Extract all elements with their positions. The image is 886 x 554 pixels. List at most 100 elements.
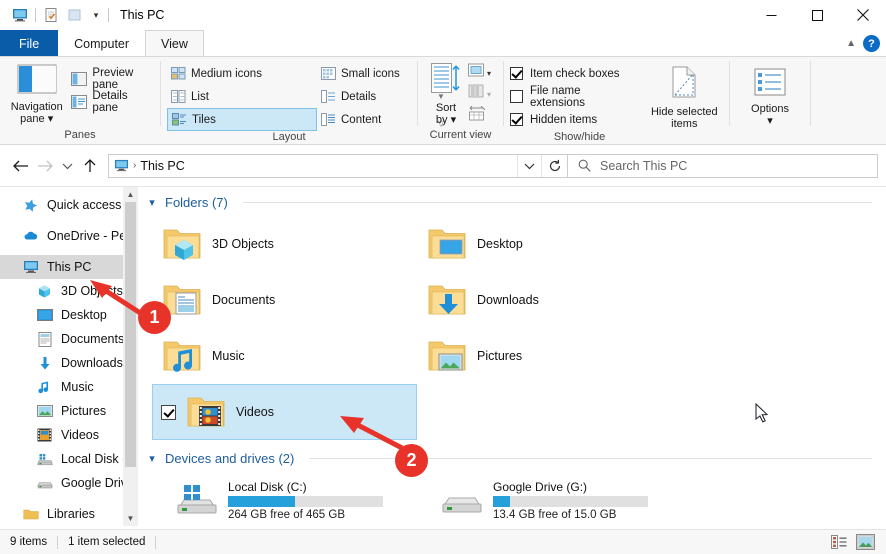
size-all-columns-caret-icon[interactable]: ▾: [487, 90, 491, 99]
tile-documents[interactable]: Documents: [152, 272, 417, 328]
search-box[interactable]: Search This PC: [568, 153, 878, 178]
sidebar-item-libraries[interactable]: Libraries: [0, 502, 138, 526]
tile-videos[interactable]: Videos: [152, 384, 417, 440]
properties-icon[interactable]: [39, 4, 63, 26]
navigation-pane-button[interactable]: Navigation pane ▾: [6, 61, 67, 126]
qat-dropdown-icon[interactable]: ▾: [87, 4, 105, 26]
folders-tile-grid: 3D Objects Desktop Documents Downloads M…: [138, 216, 886, 440]
sidebar-item-onedrive[interactable]: OneDrive - Person: [0, 224, 138, 248]
sidebar-item-local-disk[interactable]: Local Disk (C:): [0, 447, 138, 471]
file-name-extensions-checkbox[interactable]: [510, 90, 523, 103]
folder-downloads-icon: [427, 282, 467, 318]
add-columns-caret-icon[interactable]: ▾: [487, 69, 491, 78]
sidebar-item-desktop[interactable]: Desktop: [0, 303, 138, 327]
ribbon-tab-bar-right: ▲ ?: [846, 35, 880, 52]
large-icons-view-button[interactable]: [852, 532, 878, 553]
sidebar-item-videos[interactable]: Videos: [0, 423, 138, 447]
address-bar-row: › This PC Search This PC: [0, 145, 886, 186]
options-button[interactable]: Options ▾: [737, 65, 803, 128]
address-dropdown-button[interactable]: [517, 154, 541, 177]
checkbox-hidden-items[interactable]: Hidden items: [510, 108, 638, 131]
tile-3d-objects[interactable]: 3D Objects: [152, 216, 417, 272]
add-columns-button[interactable]: ▾: [468, 63, 491, 83]
folders-group-chevron-icon[interactable]: ▾: [146, 196, 158, 209]
search-icon: [578, 159, 591, 172]
nav-scroll-up-icon[interactable]: ▲: [123, 187, 138, 202]
search-input[interactable]: Search This PC: [600, 159, 687, 173]
file-list-area[interactable]: ▾ Folders (7) 3D Objects Desktop Documen…: [138, 187, 886, 526]
nav-scroll-down-icon[interactable]: ▼: [123, 511, 138, 526]
drive-google-drive[interactable]: Google Drive (G:) 13.4 GB free of 15.0 G…: [417, 472, 682, 526]
folder-desktop-icon: [427, 226, 467, 262]
drive-local-disk[interactable]: Local Disk (C:) 264 GB free of 465 GB: [152, 472, 417, 526]
nav-gap-1: [0, 217, 138, 224]
checkbox-item-check-boxes[interactable]: Item check boxes: [510, 62, 638, 85]
layout-list[interactable]: List: [167, 85, 317, 108]
navigation-pane-caret-icon[interactable]: ▾: [48, 113, 54, 125]
tile-pictures[interactable]: Pictures: [417, 328, 682, 384]
collapse-ribbon-icon[interactable]: ▲: [846, 38, 856, 49]
tab-file[interactable]: File: [0, 30, 59, 56]
sidebar-item-this-pc[interactable]: This PC: [0, 255, 138, 279]
drive-local-disk-name: Local Disk (C:): [228, 479, 307, 494]
drive-google-drive-free: 13.4 GB free of 15.0 GB: [493, 508, 617, 521]
refresh-button[interactable]: [541, 154, 567, 177]
recent-locations-button[interactable]: [58, 154, 77, 178]
options-label: Options: [751, 102, 789, 115]
new-folder-icon[interactable]: [63, 4, 87, 26]
tile-desktop[interactable]: Desktop: [417, 216, 682, 272]
tab-view[interactable]: View: [145, 30, 204, 56]
group-header-devices[interactable]: ▾ Devices and drives (2): [138, 440, 886, 472]
sidebar-item-pictures[interactable]: Pictures: [0, 399, 138, 423]
layout-medium-icons[interactable]: Medium icons: [167, 62, 317, 85]
status-selection: 1 item selected: [68, 536, 146, 548]
hide-selected-items-button[interactable]: Hide selected items: [646, 62, 723, 131]
address-bar[interactable]: › This PC: [108, 153, 568, 178]
layout-details-label: Details: [341, 90, 377, 103]
devices-group-title: Devices and drives (2): [165, 451, 295, 466]
options-caret-icon[interactable]: ▾: [767, 115, 773, 128]
folders-group-title: Folders (7): [165, 195, 228, 210]
sort-by-caret-icon[interactable]: ▾: [451, 114, 457, 126]
back-button[interactable]: [8, 154, 33, 178]
layout-tiles[interactable]: Tiles: [167, 108, 317, 131]
sidebar-item-downloads[interactable]: Downloads: [0, 351, 138, 375]
preview-pane-button[interactable]: Preview pane: [67, 67, 154, 91]
hidden-items-checkbox[interactable]: [510, 113, 523, 126]
sort-by-button[interactable]: Sort by ▾: [424, 60, 468, 127]
tile-checkbox-videos[interactable]: [161, 404, 176, 420]
size-column-to-fit-button[interactable]: [468, 105, 491, 127]
size-all-columns-button[interactable]: ▾: [468, 84, 491, 104]
sidebar-label-this-pc: This PC: [47, 260, 92, 274]
minimize-button[interactable]: [748, 0, 794, 30]
group-header-folders[interactable]: ▾ Folders (7): [138, 187, 886, 216]
help-button[interactable]: ?: [863, 35, 880, 52]
sidebar-item-quick-access[interactable]: Quick access: [0, 193, 138, 217]
sidebar-item-3d-objects[interactable]: 3D Objects: [0, 279, 138, 303]
details-icon: [321, 90, 336, 103]
drive-icon: [439, 483, 483, 517]
sidebar-label-desktop: Desktop: [61, 308, 107, 322]
details-pane-button[interactable]: Details pane: [67, 90, 154, 114]
folder-pictures-icon: [427, 338, 467, 374]
maximize-button[interactable]: [794, 0, 840, 30]
this-pc-icon[interactable]: [8, 4, 32, 26]
sidebar-item-documents[interactable]: Documents: [0, 327, 138, 351]
devices-group-chevron-icon[interactable]: ▾: [146, 452, 158, 465]
forward-button[interactable]: [33, 154, 58, 178]
tile-music[interactable]: Music: [152, 328, 417, 384]
file-name-extensions-label: File name extensions: [530, 84, 585, 109]
navigation-pane-scrollbar[interactable]: ▲ ▼: [123, 187, 138, 526]
breadcrumb[interactable]: › This PC: [109, 159, 517, 173]
checkbox-file-name-extensions[interactable]: File name extensions: [510, 84, 638, 109]
tile-downloads[interactable]: Downloads: [417, 272, 682, 328]
item-check-boxes-checkbox[interactable]: [510, 67, 523, 80]
sidebar-item-music[interactable]: Music: [0, 375, 138, 399]
details-view-button[interactable]: [826, 532, 852, 553]
nav-scroll-thumb[interactable]: [125, 202, 136, 467]
close-button[interactable]: [840, 0, 886, 30]
title-bar: ▾ This PC: [0, 0, 886, 30]
tab-computer[interactable]: Computer: [58, 30, 145, 56]
up-button[interactable]: [77, 154, 102, 178]
sidebar-item-google-drive[interactable]: Google Drive (G:: [0, 471, 138, 495]
